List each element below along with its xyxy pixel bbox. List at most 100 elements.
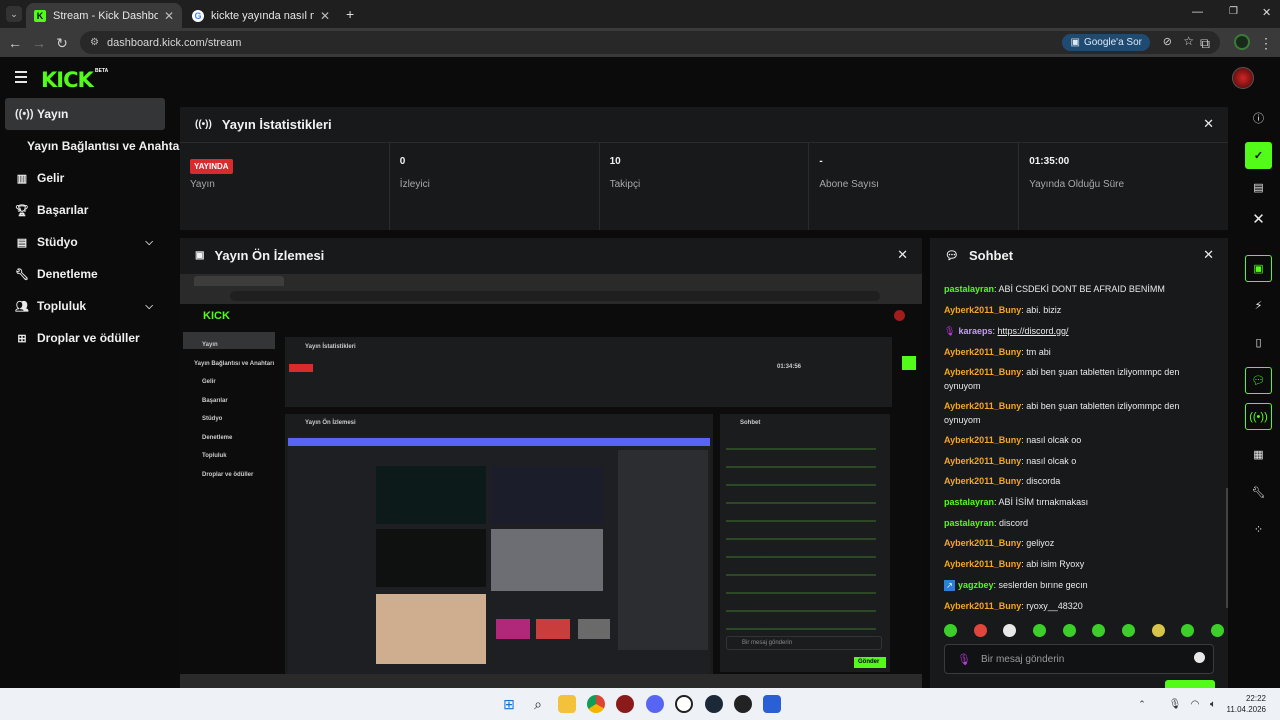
emote-icon[interactable] (944, 624, 957, 637)
eye-off-icon[interactable]: ⊘ (1163, 35, 1172, 48)
close-icon[interactable]: ✕ (1203, 116, 1214, 132)
preview-chat-lines (726, 442, 876, 632)
preview-panel: ▣ Yayın Ön İzlemesi ✕ KICK Yayın Yayın B… (180, 238, 922, 688)
close-icon[interactable]: ✕ (897, 247, 908, 263)
search-icon[interactable]: ⌕ (529, 695, 547, 713)
chat-username[interactable]: Ayberk2011_Buny (944, 401, 1021, 411)
stats-panel-header: ((•)) Yayın İstatistikleri (180, 107, 1228, 142)
people-icon[interactable]: ⁘ (1245, 516, 1272, 543)
chat-link[interactable]: https://discord.gg/ (997, 326, 1068, 336)
sidebar-item-yayin[interactable]: ((•)) Yayın (5, 98, 165, 130)
new-tab-button[interactable]: + (346, 6, 354, 22)
chat-username[interactable]: Ayberk2011_Buny (944, 456, 1021, 466)
chat-username[interactable]: Ayberk2011_Buny (944, 538, 1021, 548)
whatsapp-icon[interactable] (675, 695, 693, 713)
emote-icon[interactable] (1151, 624, 1165, 637)
chat-username[interactable]: Ayberk2011_Buny (944, 305, 1021, 315)
emote-icon[interactable] (973, 624, 987, 637)
address-bar[interactable]: ⚙ dashboard.kick.com/stream ▣ Google'a So… (80, 31, 1220, 54)
info-icon[interactable]: ⓘ (1245, 104, 1272, 131)
mic-tray-icon[interactable]: 🎙︎ (1166, 695, 1184, 713)
chat-username[interactable]: Ayberk2011_Buny (944, 347, 1021, 357)
send-button[interactable] (1165, 680, 1215, 688)
chat-username[interactable]: Ayberk2011_Buny (944, 367, 1021, 377)
chat-username[interactable]: pastalayran (944, 518, 994, 528)
chat-username[interactable]: Ayberk2011_Buny (944, 601, 1021, 611)
emote-icon[interactable] (1210, 624, 1224, 637)
browser-tab-google[interactable]: G kickte yayında nasıl moderatör ✕ (184, 3, 338, 28)
chat-username[interactable]: karaeps (958, 326, 992, 336)
back-icon[interactable]: ← (5, 33, 25, 53)
broadcast-toggle-icon[interactable]: ((•)) (1245, 403, 1272, 430)
app-icon[interactable] (763, 695, 781, 713)
profile-icon[interactable] (1234, 34, 1250, 50)
obs-icon[interactable] (734, 695, 752, 713)
chat-username[interactable]: Ayberk2011_Buny (944, 559, 1021, 569)
volume-icon[interactable]: 🔈︎ (1204, 695, 1222, 713)
preview-toggle-icon[interactable]: ▣ (1245, 255, 1272, 282)
emote-icon[interactable] (1032, 624, 1046, 637)
preview-chat-placeholder: Bir mesaj gönderin (742, 640, 793, 646)
lightning-icon[interactable]: ⚡︎ (1245, 292, 1272, 319)
wrench-icon[interactable]: 🔧︎ (1245, 479, 1272, 506)
site-info-icon[interactable]: ⚙ (90, 37, 99, 48)
chat-username[interactable]: Ayberk2011_Buny (944, 435, 1021, 445)
steam-icon[interactable] (705, 695, 723, 713)
chat-username[interactable]: pastalayran (944, 284, 994, 294)
tab-list-button[interactable]: ⌄ (6, 6, 22, 22)
restore-icon[interactable]: ❐ (1229, 6, 1238, 17)
preview-url (230, 291, 880, 301)
notes-icon[interactable]: ▯ (1245, 329, 1272, 356)
user-avatar[interactable] (1232, 67, 1254, 89)
emote-icon[interactable] (1062, 624, 1076, 637)
forward-icon[interactable]: → (29, 33, 49, 53)
extensions-icon[interactable]: ⧉ (1195, 33, 1215, 53)
reload-icon[interactable]: ↻ (52, 33, 72, 53)
google-ask-button[interactable]: ▣ Google'a Sor (1062, 34, 1150, 51)
chrome-icon[interactable] (587, 695, 605, 713)
minimize-icon[interactable]: — (1192, 6, 1203, 18)
close-icon[interactable]: ✕ (1245, 205, 1272, 232)
tab-close-icon[interactable]: ✕ (164, 9, 174, 23)
chat-input[interactable]: 🎙︎ Bir mesaj gönderin (944, 644, 1214, 674)
close-icon[interactable]: ✕ (1203, 247, 1214, 263)
chat-username[interactable]: Ayberk2011_Buny (944, 476, 1021, 486)
emote-icon[interactable] (1092, 624, 1106, 637)
emote-icon[interactable] (1003, 624, 1017, 637)
browser-tab-kick[interactable]: K Stream - Kick Dashboard ✕ (26, 3, 182, 28)
tab-close-icon[interactable]: ✕ (320, 9, 330, 23)
sidebar-item-basarilar[interactable]: 🏆︎ Başarılar (5, 194, 165, 226)
sidebar-item-topluluk[interactable]: 👥︎ Topluluk ⌵ (5, 290, 165, 322)
app-icon[interactable] (616, 695, 634, 713)
emote-icon[interactable] (1181, 624, 1195, 637)
preview-uptime: 01:34:56 (777, 364, 802, 370)
discord-icon[interactable] (646, 695, 664, 713)
chat-toggle-icon[interactable]: 💬︎ (1245, 367, 1272, 394)
emote-icon[interactable] (1121, 624, 1135, 637)
mic-icon[interactable]: 🎙︎ (957, 653, 971, 666)
wifi-icon[interactable]: ◠ (1186, 695, 1204, 713)
browser-menu-icon[interactable]: ⋮ (1256, 33, 1276, 53)
check-icon[interactable]: ✓ (1245, 142, 1272, 169)
chat-message: Ayberk2011_Buny: tm abi (944, 347, 1051, 357)
sidebar-item-stream-key[interactable]: Yayın Bağlantısı ve Anahtarı (5, 130, 187, 162)
stream-preview-video[interactable]: KICK Yayın Yayın Bağlantısı ve Anahtarı … (180, 274, 922, 688)
sidebar-item-studyo[interactable]: ▤ Stüdyo ⌵ (5, 226, 165, 258)
sidebar-item-gelir[interactable]: ▥ Gelir (5, 162, 165, 194)
stack-icon[interactable]: ▦ (1245, 441, 1272, 468)
chat-username[interactable]: pastalayran (944, 497, 994, 507)
window-close-icon[interactable]: ✕ (1262, 6, 1271, 19)
sidebar-item-droplar[interactable]: ⊞ Droplar ve ödüller (5, 322, 165, 354)
chat-username[interactable]: yagzbey (958, 580, 994, 590)
file-explorer-icon[interactable] (558, 695, 576, 713)
menu-icon[interactable] (15, 71, 27, 86)
bookmark-star-icon[interactable]: ☆ (1183, 34, 1194, 48)
emoji-picker-icon[interactable] (1194, 652, 1205, 663)
layout-icon[interactable]: ▤ (1245, 174, 1272, 201)
clock[interactable]: 22:22 11.04.2026 (1227, 693, 1266, 715)
sidebar-item-denetleme[interactable]: 🔧︎ Denetleme (5, 258, 165, 290)
windows-start-icon[interactable]: ⊞ (500, 695, 518, 713)
tray-chevron-icon[interactable]: ⌃ (1133, 695, 1151, 713)
chat-scrollbar[interactable] (1226, 488, 1228, 608)
kick-logo[interactable]: KICK (41, 68, 94, 92)
